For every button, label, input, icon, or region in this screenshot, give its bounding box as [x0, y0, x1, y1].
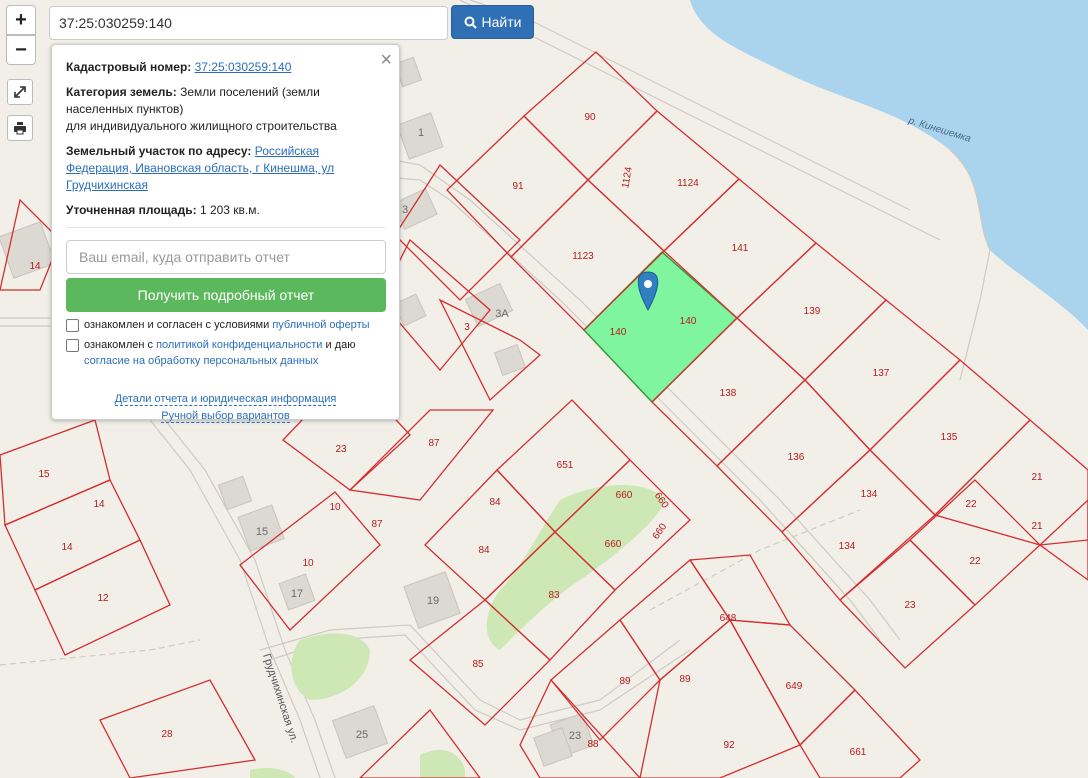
- building-label: 15: [256, 526, 268, 538]
- parcel-label: 89: [679, 674, 691, 685]
- privacy-policy-link[interactable]: политикой конфиденциальности: [156, 339, 322, 351]
- manual-selection-link[interactable]: Ручной выбор вариантов: [161, 410, 290, 423]
- close-icon[interactable]: ×: [380, 50, 392, 70]
- parcel-label: 135: [941, 432, 958, 443]
- parcel-label: 84: [489, 497, 501, 508]
- building-label: 3А: [495, 308, 509, 320]
- parks: [250, 485, 665, 778]
- parcel-label: 3: [464, 322, 470, 333]
- parcel-label: 10: [302, 558, 314, 569]
- category-row: Категория земель: Земли поселений (земли…: [66, 84, 385, 135]
- building-label: 19: [427, 595, 439, 607]
- parcel-label: 22: [969, 556, 981, 567]
- building-label: 25: [356, 729, 368, 741]
- parcel-label: 10: [329, 502, 341, 513]
- parcel-label: 1123: [572, 251, 594, 262]
- category-label: Категория земель:: [66, 85, 177, 99]
- report-details-link[interactable]: Детали отчета и юридическая информация: [114, 393, 337, 406]
- selected-parcel[interactable]: [582, 250, 739, 404]
- zoom-in-button[interactable]: +: [6, 5, 36, 35]
- address-label: Земельный участок по адресу:: [66, 144, 252, 158]
- data-processing-link[interactable]: согласие на обработку персональных данны…: [84, 355, 318, 367]
- parcel-label: 137: [873, 368, 890, 379]
- parcel-label: 91: [512, 181, 524, 192]
- parcel-label: 87: [428, 438, 440, 449]
- parcel-label: 660: [616, 490, 633, 501]
- cadastral-number-row: Кадастровый номер: 37:25:030259:140: [66, 59, 385, 76]
- parcel-label: 651: [557, 460, 574, 471]
- search-button-label: Найти: [481, 14, 522, 30]
- parcel-label: 139: [804, 306, 821, 317]
- public-offer-link[interactable]: публичной оферты: [272, 319, 369, 331]
- area-row: Уточненная площадь: 1 203 кв.м.: [66, 202, 385, 228]
- get-report-button[interactable]: Получить подробный отчет: [66, 278, 386, 312]
- search-icon: [464, 16, 477, 29]
- parcel-label: 23: [335, 444, 347, 455]
- privacy-consent-and: и даю: [325, 339, 356, 351]
- parcel-label: 90: [584, 112, 596, 123]
- privacy-consent-checkbox-row: ознакомлен с политикой конфиденциальност…: [66, 337, 385, 369]
- parcel-label: 14: [29, 261, 41, 272]
- parcel-label: 138: [720, 388, 737, 399]
- parcel-label: 21: [1031, 472, 1043, 483]
- parcel-label: 22: [965, 499, 977, 510]
- fullscreen-button[interactable]: [7, 79, 33, 105]
- building-label: 17: [291, 588, 303, 600]
- privacy-consent-checkbox[interactable]: [66, 339, 79, 352]
- parcel-label: 140: [680, 316, 697, 327]
- address-row: Земельный участок по адресу: Российская …: [66, 143, 385, 194]
- area-label: Уточненная площадь:: [66, 203, 197, 217]
- parcel-label: 89: [619, 676, 631, 687]
- parcel-label: 23: [904, 600, 916, 611]
- parcel-label: 83: [548, 590, 560, 601]
- offer-consent-text: ознакомлен и согласен с условиями публич…: [84, 317, 370, 333]
- parcel-label: 660: [605, 539, 622, 550]
- parcel-label: 648: [720, 613, 737, 624]
- building-label: 1: [418, 127, 424, 139]
- river-water: [690, 0, 1088, 330]
- cadastral-number-link[interactable]: 37:25:030259:140: [195, 60, 292, 74]
- print-button[interactable]: [7, 115, 33, 141]
- parcel-info-panel: × Кадастровый номер: 37:25:030259:140 Ка…: [51, 44, 400, 423]
- privacy-consent-text: ознакомлен с политикой конфиденциальност…: [84, 337, 356, 369]
- privacy-consent-label: ознакомлен с: [84, 339, 154, 351]
- parcel-label: 92: [723, 740, 735, 751]
- parcel-label: 85: [472, 659, 484, 670]
- panel-footer-links: Детали отчета и юридическая информация Р…: [66, 391, 385, 425]
- parcel-label: 84: [478, 545, 490, 556]
- category-use: для индивидуального жилищного строительс…: [66, 119, 337, 133]
- parcel-label: 660: [651, 521, 670, 541]
- parcel-label: 88: [587, 739, 599, 750]
- expand-icon: [14, 86, 26, 98]
- parcel-label: 649: [786, 681, 803, 692]
- parcel-label: 134: [839, 541, 856, 552]
- zoom-out-button[interactable]: −: [6, 35, 36, 65]
- offer-consent-label: ознакомлен и согласен с условиями: [84, 319, 270, 331]
- parcel-label: 661: [850, 747, 867, 758]
- parcel-label: 140: [610, 327, 627, 338]
- parcel-label: 14: [93, 499, 105, 510]
- parcel-label: 134: [861, 489, 878, 500]
- cadastral-search-input[interactable]: [49, 6, 448, 40]
- parcel-label: 1124: [677, 178, 699, 189]
- parcel-label: 12: [97, 593, 109, 604]
- print-icon: [14, 122, 26, 135]
- parcel-label: 141: [732, 243, 749, 254]
- email-input[interactable]: [66, 240, 386, 274]
- parcel-label: 136: [788, 452, 805, 463]
- area-value: 1 203 кв.м.: [199, 203, 260, 217]
- search-button[interactable]: Найти: [451, 5, 534, 39]
- parcel-label: 15: [38, 469, 50, 480]
- cadastral-label: Кадастровый номер:: [66, 60, 192, 74]
- parcel-label: 21: [1031, 521, 1043, 532]
- parcel-label: 87: [371, 519, 383, 530]
- offer-consent-checkbox-row: ознакомлен и согласен с условиями публич…: [66, 317, 385, 333]
- parcel-label: 28: [161, 729, 173, 740]
- building-label: 3: [402, 204, 408, 216]
- offer-consent-checkbox[interactable]: [66, 319, 79, 332]
- parcel-label: 14: [61, 542, 73, 553]
- parcel-label: 1124: [620, 166, 635, 190]
- building-label: 23: [569, 730, 581, 742]
